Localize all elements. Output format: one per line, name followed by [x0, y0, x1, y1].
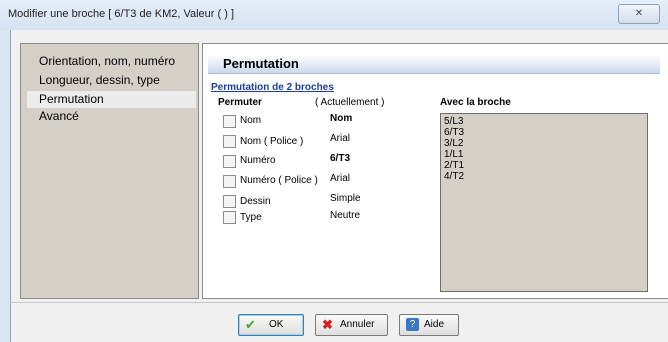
column-header-current: ( Actuellement ): [315, 97, 385, 108]
cancel-button[interactable]: ✖ Annuler: [315, 314, 388, 336]
checkbox-nom[interactable]: [223, 115, 236, 128]
green-check-icon: ✔: [245, 317, 256, 332]
row-value-numero-police: Arial: [330, 173, 351, 184]
row-value-numero: 6/T3: [330, 153, 351, 164]
row-label-numero-police: Numéro ( Police ): [240, 175, 318, 186]
column-header-permuter: Permuter: [218, 97, 262, 108]
pin-listbox[interactable]: 5/L3 6/T3 3/L2 1/L1 2/T1 4/T2: [440, 113, 648, 292]
sidebar-item-orientation[interactable]: Orientation, nom, numéro: [27, 53, 196, 70]
sidebar-item-avance[interactable]: Avancé: [27, 108, 196, 125]
checkbox-nom-police[interactable]: [223, 135, 236, 148]
help-button[interactable]: ? Aide: [399, 314, 459, 336]
title-bar: Modifier une broche [ 6/T3 de KM2, Valeu…: [0, 0, 668, 30]
row-label-nom: Nom: [240, 115, 262, 126]
list-item[interactable]: 4/T2: [441, 171, 647, 182]
close-button[interactable]: ✕: [618, 4, 660, 24]
list-item[interactable]: 1/L1: [441, 149, 647, 160]
list-item[interactable]: 5/L3: [441, 116, 647, 127]
sidebar: Orientation, nom, numéro Longueur, dessi…: [20, 43, 199, 299]
footer-divider: [10, 302, 668, 303]
help-button-label: Aide: [424, 319, 445, 330]
row-label-nom-police: Nom ( Police ): [240, 136, 304, 147]
sidebar-item-label: Orientation, nom, numéro: [39, 54, 176, 68]
row-value-dessin: Simple: [330, 193, 361, 204]
checkbox-type[interactable]: [223, 211, 236, 224]
row-value-type: Neutre: [330, 210, 361, 221]
checkbox-dessin[interactable]: [223, 195, 236, 208]
column-header-with: Avec la broche: [440, 97, 511, 108]
cancel-button-label: Annuler: [340, 319, 375, 330]
sidebar-item-longueur[interactable]: Longueur, dessin, type: [27, 72, 196, 89]
sidebar-item-label: Permutation: [39, 92, 104, 106]
row-label-dessin: Dessin: [240, 196, 271, 207]
sidebar-item-label: Avancé: [39, 109, 79, 123]
help-question-icon: ?: [406, 318, 419, 331]
close-icon: ✕: [634, 8, 644, 19]
row-value-nom: Nom: [330, 113, 353, 124]
permutation-link[interactable]: Permutation de 2 broches: [211, 82, 334, 93]
row-label-numero: Numéro: [240, 155, 276, 166]
row-value-nom-police: Arial: [330, 133, 351, 144]
list-item[interactable]: 2/T1: [441, 160, 647, 171]
checkbox-numero-police[interactable]: [223, 175, 236, 188]
sidebar-item-permutation[interactable]: Permutation: [27, 91, 196, 108]
list-item[interactable]: 3/L2: [441, 138, 647, 149]
ok-button-label: OK: [269, 319, 284, 330]
section-title: Permutation: [223, 56, 299, 71]
sidebar-item-label: Longueur, dessin, type: [39, 73, 160, 87]
section-header: Permutation: [208, 55, 660, 74]
list-item[interactable]: 6/T3: [441, 127, 647, 138]
ok-button[interactable]: ✔ OK: [238, 314, 304, 336]
window-title: Modifier une broche [ 6/T3 de KM2, Valeu…: [8, 8, 235, 20]
row-label-type: Type: [240, 212, 262, 223]
checkbox-numero[interactable]: [223, 155, 236, 168]
red-x-icon: ✖: [322, 317, 333, 332]
